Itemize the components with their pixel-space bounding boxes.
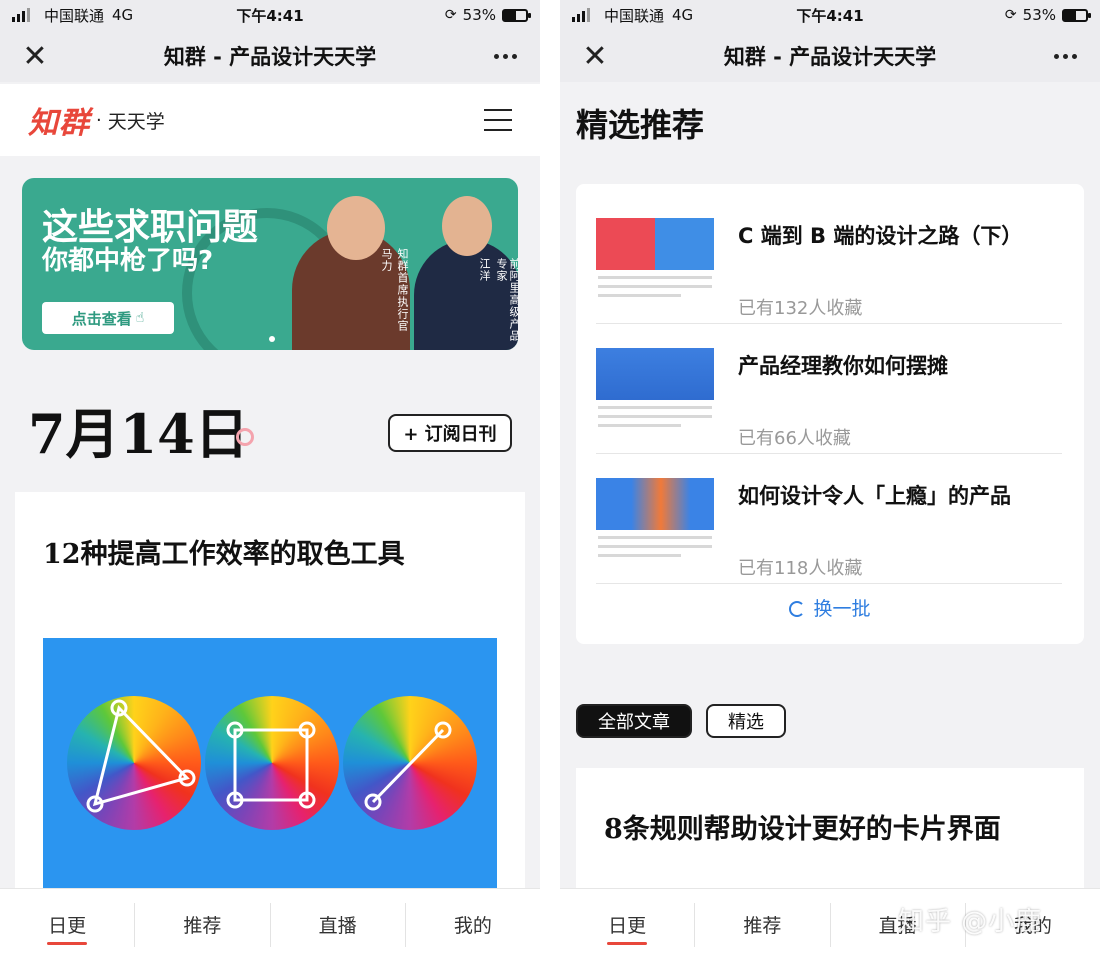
- battery-percent: 53%: [462, 6, 496, 24]
- recommend-heading: 精选推荐: [576, 106, 705, 144]
- more-icon[interactable]: [1030, 30, 1100, 82]
- nav-title: 知群 - 产品设计天天学: [723, 45, 937, 69]
- brand-subtitle: 天天学: [107, 110, 165, 133]
- tab-mine[interactable]: 我的: [406, 903, 540, 947]
- tab-live[interactable]: 直播: [271, 902, 406, 947]
- left-phone-screen: 中国联通 4G 下午4:41 ⟳ 53% ✕ 知群 - 产品设计天天学 知群 ·…: [0, 0, 540, 960]
- brand-separator: ·: [96, 109, 102, 131]
- network-label: 4G: [672, 6, 694, 24]
- signal-icon: [572, 8, 590, 22]
- recommend-count: 已有132人收藏: [738, 298, 863, 319]
- bottom-tab-bar: 日更 推荐 直播 我的: [0, 888, 540, 960]
- nav-bar: ✕ 知群 - 产品设计天天学: [0, 30, 540, 82]
- article-title[interactable]: 12种提高工作效率的取色工具: [43, 538, 423, 572]
- recommend-count: 已有118人收藏: [738, 558, 863, 579]
- color-wheel-complementary: [343, 696, 477, 830]
- tab-recommend[interactable]: 推荐: [135, 902, 271, 947]
- article-title[interactable]: 8条规则帮助设计更好的卡片界面: [604, 812, 1004, 848]
- brand-header: 知群 · 天天学: [0, 84, 540, 156]
- date-marker-dot: [236, 428, 254, 446]
- tab-daily[interactable]: 日更: [0, 902, 136, 947]
- refresh-icon: [789, 601, 806, 617]
- watermark: 知乎 @小鹿: [898, 907, 1043, 937]
- battery-icon: [502, 8, 531, 22]
- subscribe-daily-button[interactable]: + 订阅日刊: [388, 414, 512, 452]
- filter-all-articles[interactable]: 全部文章: [576, 704, 692, 738]
- tab-daily[interactable]: 日更: [560, 902, 696, 947]
- color-wheel-triad: [67, 696, 201, 830]
- network-label: 4G: [112, 6, 134, 24]
- speaker-head-1: [327, 196, 385, 260]
- tab-recommend[interactable]: 推荐: [695, 902, 831, 947]
- recommend-item[interactable]: 产品经理教你如何摆摊 已有66人收藏: [596, 324, 1062, 454]
- lock-rotation-icon: ⟳: [1004, 7, 1017, 23]
- close-icon[interactable]: ✕: [560, 30, 630, 82]
- recommend-thumbnail: [596, 478, 714, 576]
- refresh-label: 换一批: [813, 598, 871, 620]
- article-card[interactable]: 12种提高工作效率的取色工具: [15, 492, 525, 912]
- more-icon[interactable]: [470, 30, 540, 82]
- nav-bar: ✕ 知群 - 产品设计天天学: [560, 30, 1100, 82]
- recommend-card: C 端到 B 端的设计之路（下） 已有132人收藏 产品经理教你如何摆摊 已有6…: [576, 184, 1084, 644]
- battery-icon: [1062, 8, 1091, 22]
- lock-rotation-icon: ⟳: [444, 7, 457, 23]
- speaker-2-role: 前阿里高级产品专家: [495, 258, 518, 342]
- carrier-label: 中国联通: [604, 6, 665, 25]
- recommend-title: 如何设计令人「上瘾」的产品: [738, 484, 1011, 508]
- menu-icon[interactable]: [484, 109, 512, 131]
- nav-title: 知群 - 产品设计天天学: [163, 45, 377, 69]
- recommend-item[interactable]: 如何设计令人「上瘾」的产品 已有118人收藏: [596, 454, 1062, 584]
- speaker-1-role: 知群首席执行官: [396, 248, 409, 332]
- brand-logo[interactable]: 知群: [28, 98, 90, 142]
- recommend-thumbnail: [596, 218, 714, 316]
- speaker-1-name: 马力: [380, 248, 393, 272]
- filter-row: 全部文章 精选: [576, 704, 786, 738]
- recommend-title: C 端到 B 端的设计之路（下）: [738, 224, 1023, 248]
- recommend-count: 已有66人收藏: [738, 428, 851, 449]
- refresh-batch-button[interactable]: 换一批: [576, 594, 1084, 621]
- status-bar: 中国联通 4G 下午4:41 ⟳ 53%: [560, 0, 1100, 30]
- color-wheel-image[interactable]: [43, 638, 497, 898]
- article-card[interactable]: 8条规则帮助设计更好的卡片界面: [576, 768, 1084, 908]
- banner-title-line2: 你都中枪了吗?: [42, 246, 214, 276]
- color-wheel-tetrad: [205, 696, 339, 830]
- carrier-label: 中国联通: [44, 6, 105, 25]
- recommend-title: 产品经理教你如何摆摊: [738, 354, 948, 378]
- hand-pointer-icon: ☝: [135, 310, 145, 326]
- daily-date: 7月14日: [28, 402, 249, 466]
- speaker-head-2: [442, 196, 492, 256]
- carousel-indicator[interactable]: [269, 336, 275, 342]
- signal-icon: [12, 8, 30, 22]
- date-row: 7月14日 + 订阅日刊: [28, 390, 512, 466]
- filter-featured[interactable]: 精选: [706, 704, 786, 738]
- promo-banner[interactable]: 这些求职问题 你都中枪了吗? 点击查看 ☝ 马力 知群首席执行官 江洋 前阿里高…: [22, 178, 518, 350]
- battery-percent: 53%: [1022, 6, 1056, 24]
- banner-button-label: 点击查看: [71, 309, 132, 328]
- banner-view-button[interactable]: 点击查看 ☝: [42, 302, 174, 334]
- recommend-thumbnail: [596, 348, 714, 446]
- recommend-item[interactable]: C 端到 B 端的设计之路（下） 已有132人收藏: [596, 194, 1062, 324]
- speaker-2-name: 江洋: [478, 258, 491, 282]
- status-bar: 中国联通 4G 下午4:41 ⟳ 53%: [0, 0, 540, 30]
- right-phone-screen: 中国联通 4G 下午4:41 ⟳ 53% ✕ 知群 - 产品设计天天学 精选推荐…: [560, 0, 1100, 960]
- close-icon[interactable]: ✕: [0, 30, 70, 82]
